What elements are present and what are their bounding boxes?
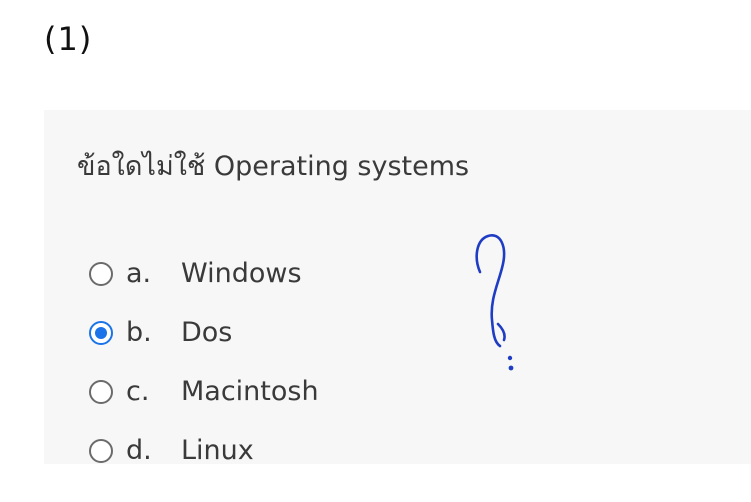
radio-selected-dot	[95, 326, 107, 339]
option-b[interactable]: b. Dos	[89, 303, 319, 362]
option-d[interactable]: d. Linux	[89, 421, 319, 480]
question-text: ข้อใดไม่ใช้ Operating systems	[77, 151, 470, 182]
radio-button-a[interactable]	[89, 261, 113, 286]
option-a[interactable]: a. Windows	[89, 244, 319, 303]
radio-button-c[interactable]	[89, 379, 113, 404]
option-a-letter: a.	[126, 258, 152, 289]
option-c-letter: c.	[126, 376, 150, 407]
option-d-letter: d.	[126, 435, 152, 466]
handwritten-question-mark-icon	[475, 234, 514, 371]
question-number: (1)	[44, 20, 93, 58]
question-card: ข้อใดไม่ใช้ Operating systems a. Windows…	[44, 110, 751, 466]
option-b-label[interactable]: Dos	[181, 317, 232, 348]
radio-button-b[interactable]	[89, 320, 113, 345]
answer-options: a. Windows b. Dos c. Macintosh d. Linux	[89, 244, 319, 480]
page: (1) ข้อใดไม่ใช้ Operating systems a. Win…	[0, 0, 751, 502]
option-c-label[interactable]: Macintosh	[181, 376, 319, 407]
option-d-label[interactable]: Linux	[181, 435, 254, 466]
option-a-label[interactable]: Windows	[181, 258, 302, 289]
option-c[interactable]: c. Macintosh	[89, 362, 319, 421]
option-b-letter: b.	[126, 317, 152, 348]
radio-button-d[interactable]	[89, 438, 113, 463]
